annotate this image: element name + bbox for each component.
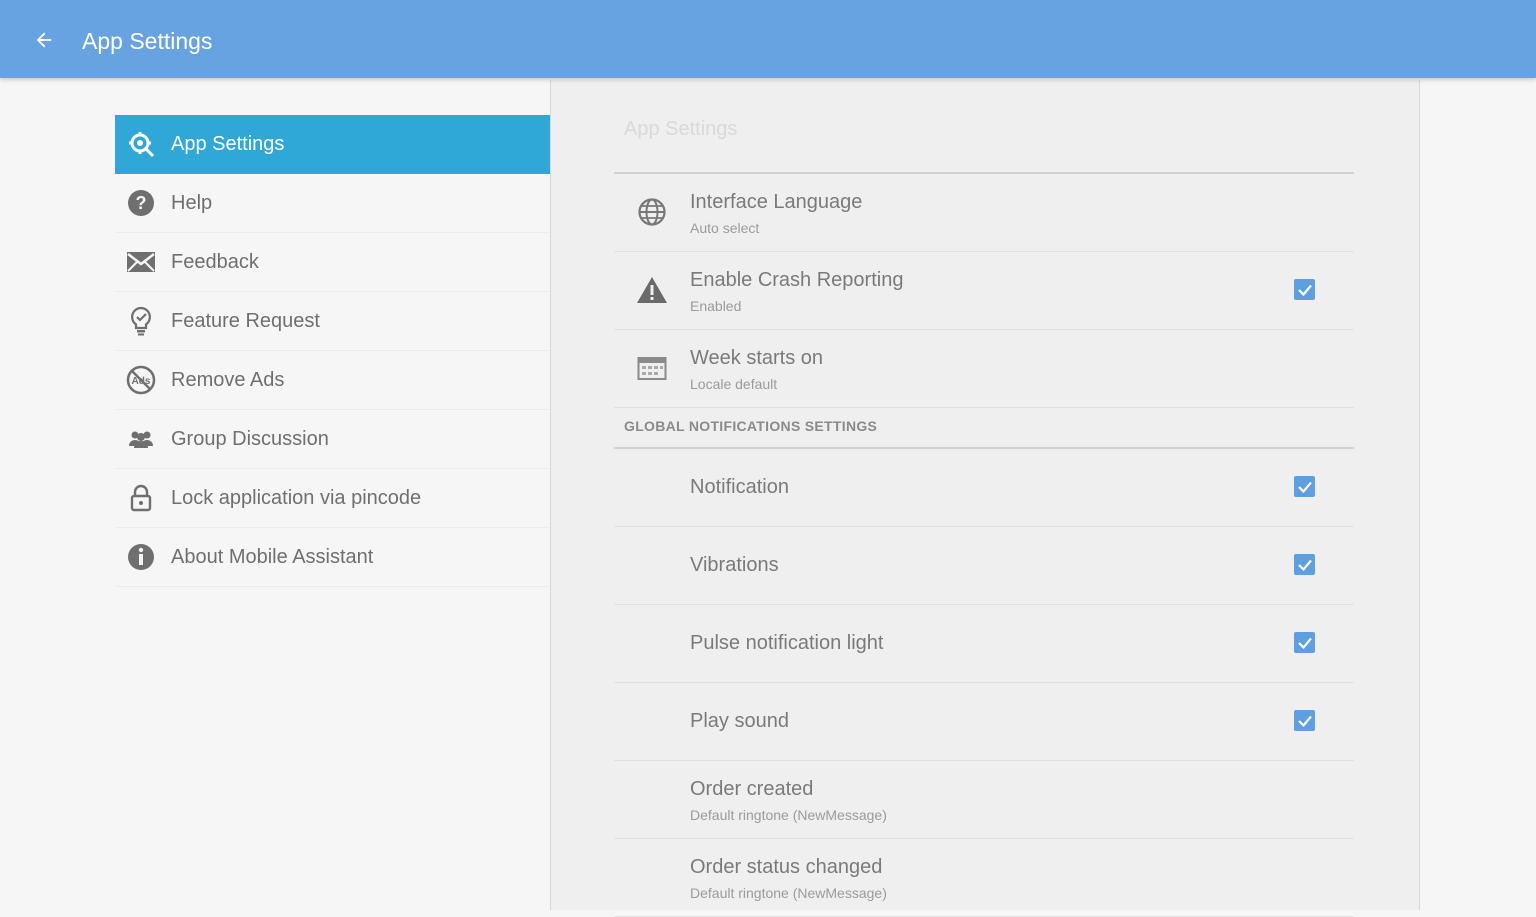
sidebar-item-label: Feature Request [171, 309, 320, 332]
sidebar-item-lock-app[interactable]: Lock application via pincode [115, 469, 551, 528]
group-icon [126, 424, 156, 454]
setting-order-status-changed[interactable]: Order status changed Default ringtone (N… [614, 839, 1354, 917]
setting-notification[interactable]: Notification [614, 449, 1354, 527]
setting-interface-language[interactable]: Interface Language Auto select [614, 174, 1354, 252]
checkmark-icon [1297, 284, 1312, 296]
sidebar-nav: App Settings ? Help Feedback Feature Req… [115, 115, 551, 587]
settings-panel: App Settings Interface Language Auto sel… [550, 80, 1420, 917]
sidebar-item-label: About Mobile Assistant [171, 545, 374, 568]
sidebar-item-label: Group Discussion [171, 427, 329, 450]
setting-title: Order status changed [690, 856, 883, 878]
setting-subtitle: Auto select [690, 220, 760, 236]
setting-week-start[interactable]: Week starts on Locale default [614, 330, 1354, 408]
setting-title: Pulse notification light [690, 632, 884, 654]
sidebar-item-label: Feedback [171, 250, 259, 273]
vibrations-checkbox[interactable] [1294, 554, 1315, 575]
sidebar-item-remove-ads[interactable]: Ads Remove Ads [115, 351, 551, 410]
sidebar-item-label: App Settings [171, 132, 285, 155]
app-bar: App Settings [0, 0, 1536, 78]
sidebar-item-group-discussion[interactable]: Group Discussion [115, 410, 551, 469]
checkmark-icon [1297, 637, 1312, 649]
setting-vibrations[interactable]: Vibrations [614, 527, 1354, 605]
setting-pulse-light[interactable]: Pulse notification light [614, 605, 1354, 683]
setting-title: Order created [690, 778, 814, 800]
envelope-icon [126, 247, 156, 277]
info-circle-icon [126, 542, 156, 572]
gear-search-icon [126, 129, 156, 159]
sidebar-item-help[interactable]: ? Help [115, 174, 551, 233]
sidebar-item-label: Remove Ads [171, 368, 285, 391]
app-bar-title: App Settings [82, 28, 213, 54]
setting-subtitle: Default ringtone (NewMessage) [690, 807, 887, 823]
settings-list: Interface Language Auto select Enable Cr… [614, 174, 1354, 917]
crash-reporting-checkbox[interactable] [1294, 279, 1315, 300]
no-ads-icon: Ads [126, 365, 156, 395]
checkmark-icon [1297, 559, 1312, 571]
lightbulb-icon [126, 306, 156, 336]
globe-icon [636, 196, 668, 228]
pulse-light-checkbox[interactable] [1294, 632, 1315, 653]
setting-title: Week starts on [690, 347, 824, 369]
play-sound-checkbox[interactable] [1294, 710, 1315, 731]
setting-play-sound[interactable]: Play sound [614, 683, 1354, 761]
sidebar-item-app-settings[interactable]: App Settings [115, 115, 551, 174]
setting-subtitle: Locale default [690, 376, 778, 392]
svg-text:?: ? [136, 193, 147, 213]
sidebar-item-label: Help [171, 191, 213, 214]
sidebar-item-about[interactable]: About Mobile Assistant [115, 528, 551, 587]
setting-subtitle: Enabled [690, 298, 742, 314]
lock-icon [126, 483, 156, 513]
panel-title: App Settings [624, 118, 738, 140]
setting-title: Play sound [690, 710, 789, 732]
section-title: GLOBAL NOTIFICATIONS SETTINGS [624, 418, 878, 434]
sidebar-item-feedback[interactable]: Feedback [115, 233, 551, 292]
checkmark-icon [1297, 715, 1312, 727]
sidebar-item-feature-request[interactable]: Feature Request [115, 292, 551, 351]
setting-title: Notification [690, 476, 789, 498]
warning-icon [636, 274, 668, 306]
setting-title: Interface Language [690, 191, 863, 213]
notification-checkbox[interactable] [1294, 476, 1315, 497]
sidebar-item-label: Lock application via pincode [171, 486, 422, 509]
checkmark-icon [1297, 481, 1312, 493]
arrow-left-icon [36, 32, 52, 48]
setting-title: Vibrations [690, 554, 779, 576]
question-circle-icon: ? [126, 188, 156, 218]
calendar-icon [636, 352, 668, 384]
setting-order-created[interactable]: Order created Default ringtone (NewMessa… [614, 761, 1354, 839]
setting-crash-reporting[interactable]: Enable Crash Reporting Enabled [614, 252, 1354, 330]
back-button[interactable] [26, 22, 62, 58]
setting-title: Enable Crash Reporting [690, 269, 904, 291]
setting-subtitle: Default ringtone (NewMessage) [690, 885, 887, 901]
section-header-notifications: GLOBAL NOTIFICATIONS SETTINGS [614, 408, 1354, 449]
